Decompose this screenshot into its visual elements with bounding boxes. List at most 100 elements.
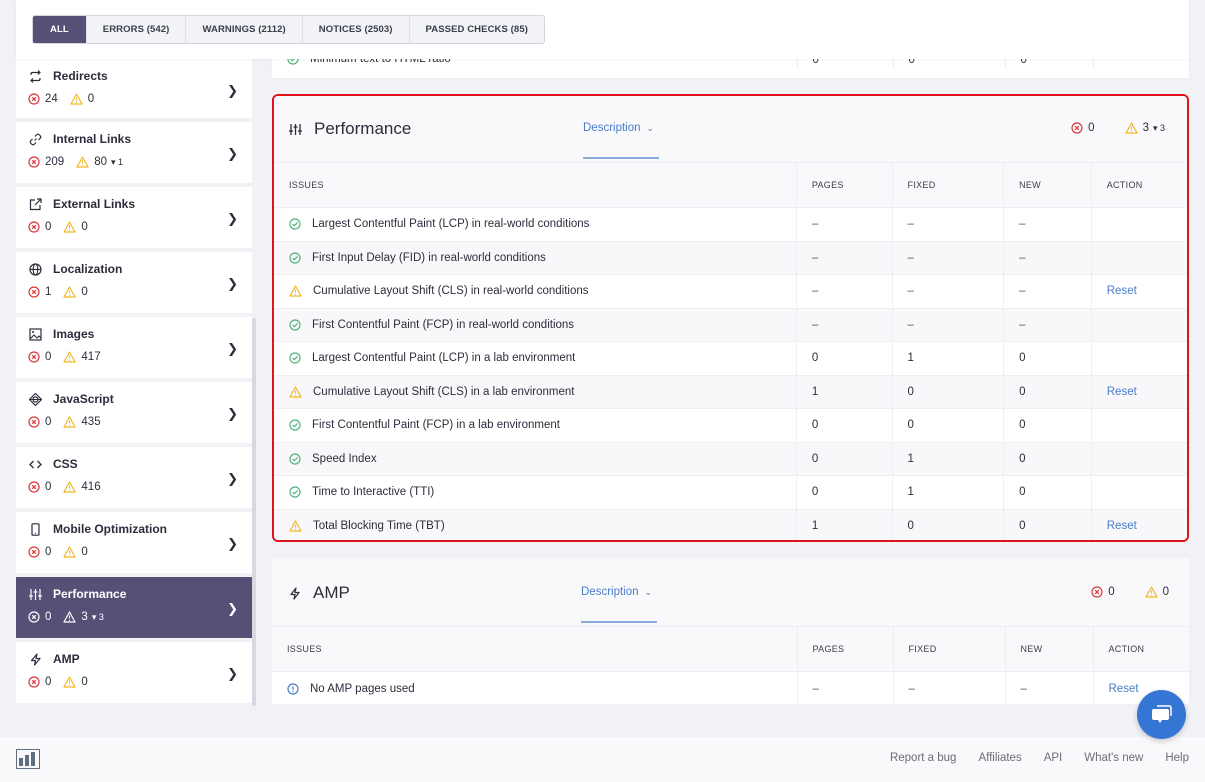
warning-count[interactable]: 3 ▾ 3 <box>1124 122 1165 134</box>
image-icon <box>28 327 42 341</box>
new-count[interactable]: 0 <box>1003 408 1092 442</box>
pages-count[interactable]: 0 <box>795 475 893 509</box>
sidebar-item-css[interactable]: CSS 0 416 ❯ <box>16 447 252 508</box>
pages-count[interactable]: 1 <box>795 374 893 409</box>
new-count: – <box>1003 307 1092 342</box>
issue-name[interactable]: No AMP pages used <box>310 683 415 695</box>
fixed-count[interactable]: 0 <box>891 374 1004 409</box>
footer-link-help[interactable]: Help <box>1165 752 1189 764</box>
reset-button[interactable]: Reset <box>1107 386 1137 398</box>
issue-name[interactable]: Speed Index <box>312 453 377 465</box>
error-count: 24 <box>28 93 58 105</box>
new-count[interactable]: 0 <box>1003 441 1092 476</box>
sidebar-item-performance[interactable]: Performance 0 3 ▾ 3 ❯ <box>16 577 252 638</box>
pages-count[interactable]: 0 <box>795 408 893 442</box>
filter-bar: ALL ERRORS (542) WARNINGS (2112) NOTICES… <box>16 0 1189 59</box>
new-count[interactable]: 0 <box>1003 374 1092 409</box>
fixed-count[interactable]: 1 <box>891 475 1004 509</box>
warning-icon <box>1144 586 1158 598</box>
fixed-count[interactable]: 0 <box>891 508 1004 540</box>
table-row: No AMP pages used – – – Reset <box>272 671 1189 705</box>
pages-count[interactable]: 0 <box>795 441 893 476</box>
issue-name[interactable]: Total Blocking Time (TBT) <box>313 520 445 532</box>
issue-name[interactable]: Cumulative Layout Shift (CLS) in real-wo… <box>313 285 588 297</box>
table-header: ISSUES PAGES FIXED NEW ACTION <box>274 162 1187 208</box>
lightning-icon <box>289 586 301 600</box>
filter-tab-passed-checks[interactable]: PASSED CHECKS (85) <box>410 16 544 43</box>
error-count[interactable]: 0 <box>1091 586 1115 598</box>
issue-name[interactable]: Largest Contentful Paint (LCP) in real-w… <box>312 218 589 230</box>
pages-count: – <box>795 274 893 308</box>
filter-tab-errors[interactable]: ERRORS (542) <box>87 16 187 43</box>
warning-count: 416 <box>63 481 101 493</box>
new-count[interactable]: 0 <box>1003 475 1092 509</box>
warning-icon <box>289 520 302 532</box>
sidebar-item-redirects[interactable]: Redirects 24 0 ❯ <box>16 59 252 118</box>
sidebar-item-label: Redirects <box>53 69 108 83</box>
new-count: – <box>1003 207 1092 241</box>
new-count[interactable]: 0 <box>1003 508 1092 540</box>
sidebar-item-javascript[interactable]: JavaScript 0 435 ❯ <box>16 382 252 443</box>
fixed-count[interactable]: 1 <box>891 441 1004 476</box>
issue-name[interactable]: First Input Delay (FID) in real-world co… <box>312 252 546 264</box>
chevron-down-icon: ⌄ <box>646 122 655 133</box>
reset-button[interactable]: Reset <box>1107 520 1137 532</box>
sidebar-scrollbar[interactable] <box>252 318 256 706</box>
fixed-count[interactable]: 0 <box>891 408 1004 442</box>
panel-title: Performance <box>314 119 412 138</box>
reset-button[interactable]: Reset <box>1109 683 1139 695</box>
panel-header: AMP Description ⌄ 0 0 <box>272 558 1189 626</box>
pages-count[interactable]: 1 <box>795 508 893 540</box>
passed-icon <box>289 352 301 364</box>
description-toggle[interactable]: Description ⌄ <box>581 586 652 598</box>
issue-name[interactable]: Largest Contentful Paint (LCP) in a lab … <box>312 352 575 364</box>
chat-button[interactable] <box>1137 690 1186 739</box>
sidebar-item-external-links[interactable]: External Links 0 0 ❯ <box>16 187 252 248</box>
new-count[interactable]: 0 <box>1003 341 1092 375</box>
sidebar-item-images[interactable]: Images 0 417 ❯ <box>16 317 252 378</box>
column-pages: PAGES <box>795 162 893 208</box>
issue-name[interactable]: First Contentful Paint (FCP) in real-wor… <box>312 319 574 331</box>
footer-link-whats-new[interactable]: What's new <box>1084 752 1143 764</box>
sidebar-item-localization[interactable]: Localization 1 0 ❯ <box>16 252 252 313</box>
chart-logo-icon[interactable] <box>16 749 40 774</box>
sidebar-item-amp[interactable]: AMP 0 0 ❯ <box>16 642 252 703</box>
notice-icon <box>287 682 299 695</box>
description-label: Description <box>581 586 639 598</box>
sidebar-item-label: External Links <box>53 197 136 211</box>
error-count[interactable]: 0 <box>1071 122 1095 134</box>
sidebar-item-label: Mobile Optimization <box>53 522 167 536</box>
description-toggle[interactable]: Description ⌄ <box>583 122 654 134</box>
warning-trend: ▾ 3 <box>1152 122 1165 133</box>
code-icon <box>28 457 42 471</box>
error-icon <box>28 93 40 105</box>
table-row: Largest Contentful Paint (LCP) in a lab … <box>274 341 1187 375</box>
footer-link-api[interactable]: API <box>1044 752 1063 764</box>
warning-count[interactable]: 0 <box>1144 586 1169 598</box>
warning-count: 0 <box>63 546 88 558</box>
warning-count: 0 <box>70 93 94 105</box>
error-icon <box>28 351 40 363</box>
error-count: 0 <box>28 416 51 428</box>
chevron-right-icon: ❯ <box>227 83 238 98</box>
sidebar-item-label: Internal Links <box>53 132 132 146</box>
pages-count[interactable]: 0 <box>795 341 893 375</box>
sidebar-item-internal-links[interactable]: Internal Links 209 80 ▾ 1 ❯ <box>16 122 252 183</box>
reset-button[interactable]: Reset <box>1107 285 1137 297</box>
filter-tab-warnings[interactable]: WARNINGS (2112) <box>186 16 303 43</box>
error-icon <box>28 221 40 233</box>
issue-name[interactable]: First Contentful Paint (FCP) in a lab en… <box>312 419 560 431</box>
globe-icon <box>28 262 42 276</box>
fixed-count[interactable]: 1 <box>891 341 1004 375</box>
issue-name[interactable]: Cumulative Layout Shift (CLS) in a lab e… <box>313 386 574 398</box>
issue-name[interactable]: Time to Interactive (TTI) <box>312 486 434 498</box>
pages-count: – <box>795 240 893 275</box>
footer-link-report-bug[interactable]: Report a bug <box>890 752 957 764</box>
footer-link-affiliates[interactable]: Affiliates <box>978 752 1021 764</box>
table-row: Largest Contentful Paint (LCP) in real-w… <box>274 207 1187 241</box>
filter-tab-notices[interactable]: NOTICES (2503) <box>303 16 410 43</box>
sliders-icon <box>289 123 302 136</box>
filter-tab-all[interactable]: ALL <box>33 16 87 43</box>
table-row: First Input Delay (FID) in real-world co… <box>274 240 1187 275</box>
sidebar-item-mobile-optimization[interactable]: Mobile Optimization 0 0 ❯ <box>16 512 252 573</box>
